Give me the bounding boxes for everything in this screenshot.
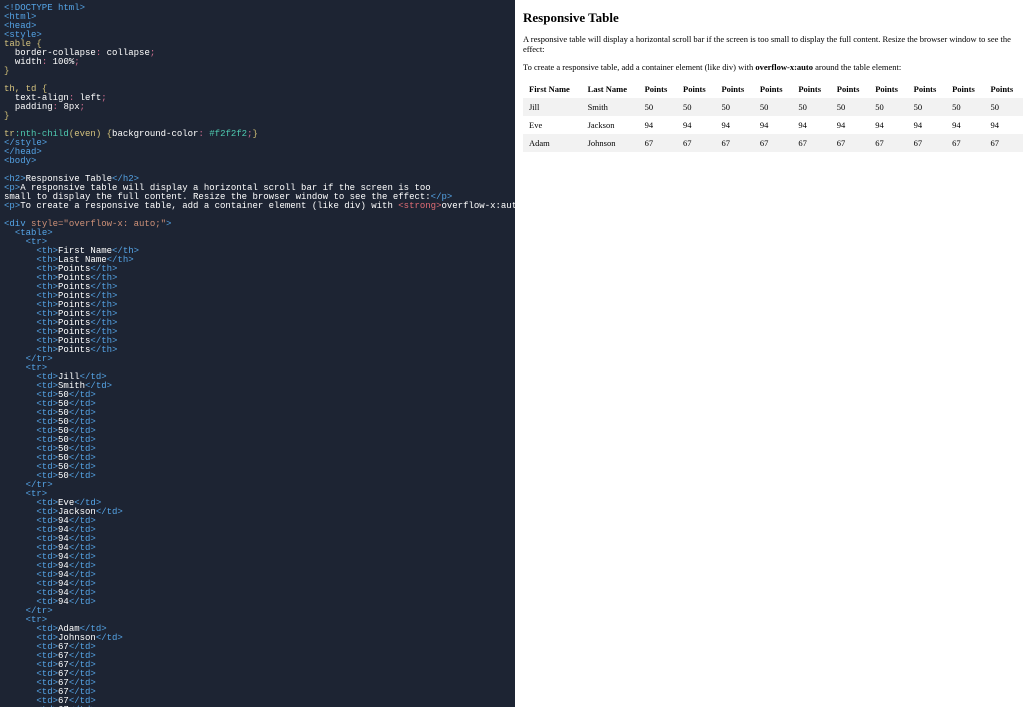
table-header-row: First NameLast NamePointsPointsPointsPoi… [523,80,1023,98]
table-header-cell: Points [754,80,792,98]
preview-p1: A responsive table will display a horizo… [523,34,1023,54]
table-cell: 94 [831,116,869,134]
table-cell: 50 [946,98,984,116]
table-cell: 67 [715,134,753,152]
table-header-cell: Points [792,80,830,98]
table-cell: 50 [639,98,677,116]
table-cell: 50 [985,98,1023,116]
table-cell: 67 [754,134,792,152]
table-header-cell: Points [985,80,1023,98]
table-header-cell: Points [946,80,984,98]
table-cell: 94 [754,116,792,134]
table-header-cell: First Name [523,80,582,98]
table-header-cell: Points [831,80,869,98]
preview-p2: To create a responsive table, add a cont… [523,62,1023,72]
table-cell: 50 [792,98,830,116]
table-cell: 94 [908,116,946,134]
preview-p2-a: To create a responsive table, add a cont… [523,62,755,72]
table-cell: 94 [792,116,830,134]
table-row: AdamJohnson67676767676767676767 [523,134,1023,152]
table-cell: Jill [523,98,582,116]
table-cell: 67 [908,134,946,152]
table-cell: 94 [715,116,753,134]
preview-heading: Responsive Table [523,10,1023,26]
table-cell: 67 [831,134,869,152]
table-cell: 50 [754,98,792,116]
table-cell: 50 [831,98,869,116]
preview-p2-strong: overflow-x:auto [755,62,813,72]
table-cell: 50 [715,98,753,116]
table-row: EveJackson94949494949494949494 [523,116,1023,134]
table-cell: 50 [677,98,715,116]
table-cell: 50 [869,98,907,116]
table-cell: Adam [523,134,582,152]
table-cell: 50 [908,98,946,116]
table-header-cell: Points [677,80,715,98]
table-cell: Johnson [582,134,639,152]
table-cell: 67 [946,134,984,152]
table-row: JillSmith50505050505050505050 [523,98,1023,116]
code-editor[interactable]: <!DOCTYPE html> <html> <head> <style> ta… [0,0,515,707]
table-wrapper: First NameLast NamePointsPointsPointsPoi… [523,80,1023,152]
preview-panel: Responsive Table A responsive table will… [515,0,1031,707]
preview-table: First NameLast NamePointsPointsPointsPoi… [523,80,1023,152]
table-header-cell: Points [715,80,753,98]
code-content: <!DOCTYPE html> <html> <head> <style> ta… [4,4,511,707]
table-cell: Eve [523,116,582,134]
table-cell: 67 [792,134,830,152]
table-cell: Jackson [582,116,639,134]
table-header-cell: Last Name [582,80,639,98]
table-cell: 94 [946,116,984,134]
table-cell: 67 [985,134,1023,152]
preview-p2-b: around the table element: [813,62,901,72]
table-cell: 94 [985,116,1023,134]
table-cell: 94 [677,116,715,134]
table-cell: 94 [639,116,677,134]
table-cell: 67 [677,134,715,152]
table-cell: 67 [869,134,907,152]
table-header-cell: Points [869,80,907,98]
table-header-cell: Points [639,80,677,98]
table-cell: 94 [869,116,907,134]
table-cell: Smith [582,98,639,116]
table-header-cell: Points [908,80,946,98]
table-cell: 67 [639,134,677,152]
